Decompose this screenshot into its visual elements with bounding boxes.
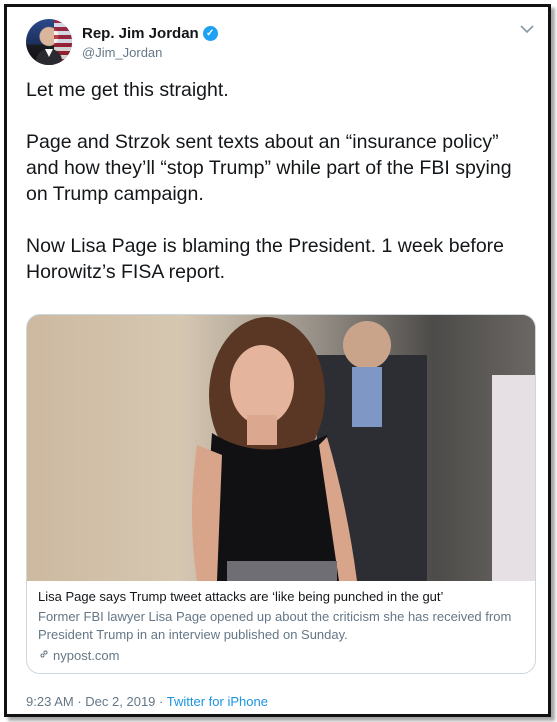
card-link[interactable]: nypost.com (38, 648, 524, 663)
tweet-text: Let me get this straight. Page and Strzo… (26, 77, 536, 311)
verified-badge-icon: ✓ (202, 26, 218, 41)
card-description: Former FBI lawyer Lisa Page opened up ab… (38, 609, 512, 642)
card-image[interactable] (27, 315, 535, 581)
author-handle[interactable]: @Jim_Jordan (82, 45, 162, 60)
meta-separator: · (159, 694, 164, 709)
tweet-meta: 9:23 AM · Dec 2, 2019 · Twitter for iPho… (26, 694, 268, 709)
tweet-time[interactable]: 9:23 AM (26, 694, 74, 709)
tweet-paragraph: Page and Strzok sent texts about an “ins… (26, 131, 512, 205)
meta-separator: · (77, 694, 82, 709)
card-body: Lisa Page says Trump tweet attacks are ‘… (27, 581, 535, 671)
link-icon (38, 648, 50, 663)
card-title[interactable]: Lisa Page says Trump tweet attacks are ‘… (38, 589, 524, 604)
link-preview-card[interactable]: Lisa Page says Trump tweet attacks are ‘… (26, 314, 536, 674)
card-photo (27, 315, 535, 581)
tweet-source-link[interactable]: Twitter for iPhone (167, 694, 268, 709)
tweet-date[interactable]: Dec 2, 2019 (85, 694, 155, 709)
tweet-frame: Rep. Jim Jordan ✓ @Jim_Jordan Let me get… (4, 4, 551, 717)
author-name-row[interactable]: Rep. Jim Jordan ✓ (82, 25, 218, 42)
card-domain[interactable]: nypost.com (53, 648, 119, 663)
author-display-name[interactable]: Rep. Jim Jordan (82, 25, 199, 42)
tweet-paragraph: Now Lisa Page is blaming the President. … (26, 235, 505, 283)
tweet-paragraph: Let me get this straight. (26, 79, 229, 101)
avatar[interactable] (26, 19, 72, 65)
chevron-down-icon[interactable] (520, 21, 534, 37)
